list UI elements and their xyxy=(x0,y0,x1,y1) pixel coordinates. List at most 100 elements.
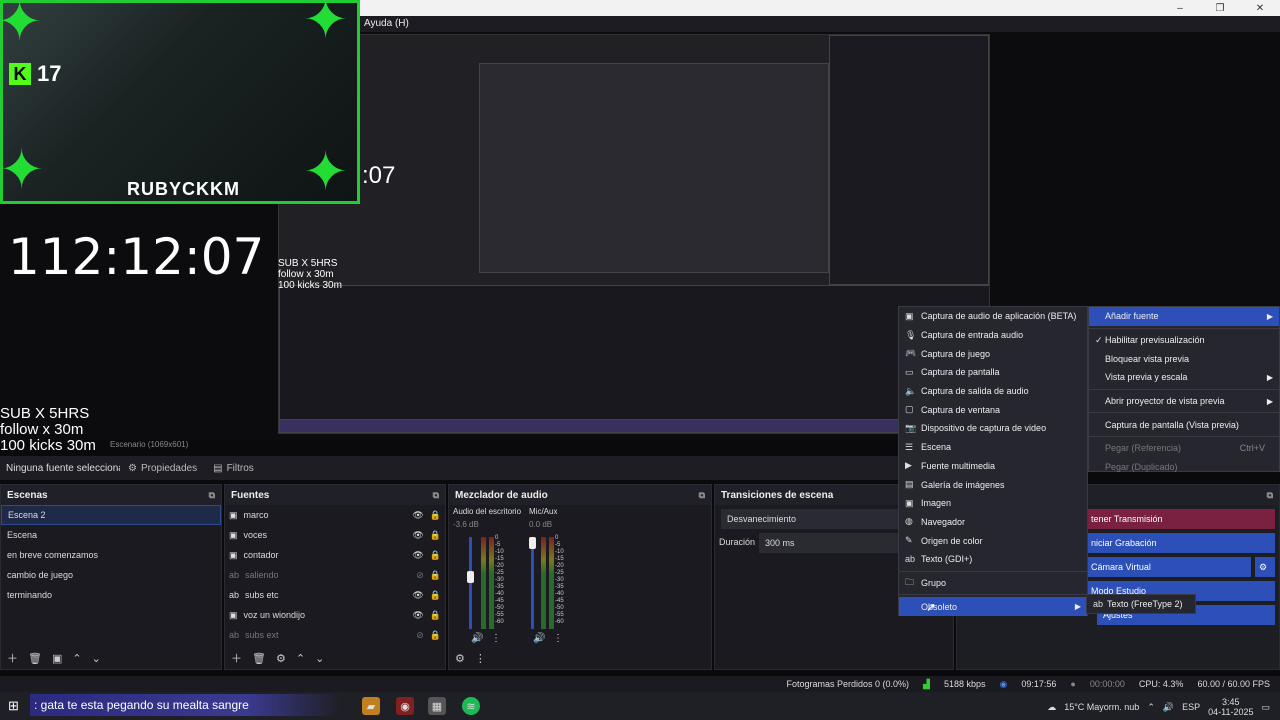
more-icon[interactable]: ⋮ xyxy=(475,652,486,665)
menu-item-image-gallery[interactable]: ▤ Galería de imágenes xyxy=(899,475,1087,494)
lock-icon[interactable]: 🔒 xyxy=(430,590,441,601)
menu-item-app-audio[interactable]: ▣ Captura de audio de aplicación (BETA) xyxy=(899,307,1087,326)
menu-item-enable-preview[interactable]: ✓ Habilitar previsualización xyxy=(1089,331,1279,350)
menu-help[interactable]: Ayuda (H) xyxy=(364,18,409,29)
move-up-icon[interactable]: ⌃ xyxy=(72,652,81,665)
minimize-button[interactable]: – xyxy=(1160,0,1200,16)
gear-icon[interactable]: ⚙ xyxy=(455,652,465,665)
trash-icon[interactable]: 🗑 xyxy=(252,652,266,665)
virtual-camera-button[interactable]: Cámara Virtual xyxy=(1085,557,1251,577)
lock-icon[interactable]: 🔒 xyxy=(430,510,441,521)
gear-icon[interactable]: ⚙ xyxy=(276,652,286,665)
lock-icon[interactable]: 🔒 xyxy=(430,630,441,641)
more-icon[interactable]: ⋮ xyxy=(491,633,501,644)
move-down-icon[interactable]: ⌄ xyxy=(315,652,324,665)
eye-closed-icon[interactable]: ⊘ xyxy=(416,570,424,581)
menu-item-image[interactable]: ▣ Imagen xyxy=(899,494,1087,513)
menu-item-game-capture[interactable]: 🎮 Captura de juego xyxy=(899,344,1087,363)
move-up-icon[interactable]: ⌃ xyxy=(296,652,305,665)
filters-button[interactable]: ▤ Filtros xyxy=(205,463,262,474)
duration-input[interactable]: 300 ms xyxy=(759,533,899,553)
menu-item-paste-duplicate[interactable]: Pegar (Duplicado) xyxy=(1089,458,1279,477)
menu-item-display-capture[interactable]: ▭ Captura de pantalla xyxy=(899,363,1087,382)
menu-item-text-gdi[interactable]: ab Texto (GDI+) xyxy=(899,550,1087,569)
menu-item-group[interactable]: 🗀 Grupo xyxy=(899,574,1087,593)
undock-icon[interactable]: ⧉ xyxy=(433,490,439,501)
menu-item-video-device[interactable]: 📷 Dispositivo de captura de video xyxy=(899,419,1087,438)
lock-icon[interactable]: 🔒 xyxy=(430,570,441,581)
trash-icon[interactable]: 🗑 xyxy=(28,652,42,665)
properties-button[interactable]: ⚙ Propiedades xyxy=(120,463,205,474)
preview-label: Escenario (1069x601) xyxy=(110,440,189,449)
menu-item-browser[interactable]: ◍ Navegador xyxy=(899,513,1087,532)
menu-item-color-source[interactable]: ✎ Origen de color xyxy=(899,531,1087,550)
menu-item-open-projector[interactable]: Abrir proyector de vista previa ▶ xyxy=(1089,392,1279,411)
file-explorer-icon[interactable]: ▰ xyxy=(362,697,380,715)
scene-item[interactable]: Escena 2 xyxy=(1,505,221,525)
eye-closed-icon[interactable]: ⊘ xyxy=(416,630,424,641)
menu-item-audio-input[interactable]: 🎙 Captura de entrada audio xyxy=(899,326,1087,345)
undock-icon[interactable]: ⧉ xyxy=(209,490,215,501)
fader-knob[interactable] xyxy=(529,537,536,549)
menu-item-window-capture[interactable]: ▢ Captura de ventana xyxy=(899,400,1087,419)
start-recording-button[interactable]: niciar Grabación xyxy=(1085,533,1275,553)
source-item[interactable]: ▣ contador 👁 🔒 xyxy=(225,545,445,565)
scene-item[interactable]: en breve comenzamos xyxy=(1,545,221,565)
start-icon[interactable]: ⊞ xyxy=(8,698,19,714)
transition-select[interactable]: Desvanecimiento xyxy=(721,509,901,529)
chevron-up-icon[interactable]: ⌃ xyxy=(1147,702,1155,713)
add-icon[interactable]: ＋ xyxy=(7,650,18,666)
stop-stream-button[interactable]: tener Transmisión xyxy=(1085,509,1275,529)
menu-item-add-source[interactable]: Añadir fuente ▶ xyxy=(1089,307,1279,326)
source-item[interactable]: ab subs ext ⊘ 🔒 xyxy=(225,625,445,645)
volume-icon[interactable]: 🔊 xyxy=(1163,702,1174,713)
notification-icon[interactable]: ▭ xyxy=(1261,702,1270,713)
eye-icon[interactable]: 👁 xyxy=(412,550,423,561)
source-item[interactable]: ▣ marco 👁 🔒 xyxy=(225,505,445,525)
restore-button[interactable]: ❐ xyxy=(1200,0,1240,16)
menu-item-paste-reference[interactable]: Pegar (Referencia) Ctrl+V xyxy=(1089,439,1279,458)
channel-name: Audio del escritorio xyxy=(453,507,522,516)
filter-icon[interactable]: ▣ xyxy=(52,652,62,665)
scene-item[interactable]: cambio de juego xyxy=(1,565,221,585)
fader-knob[interactable] xyxy=(467,571,474,583)
app-icon[interactable]: ▦ xyxy=(428,697,446,715)
close-button[interactable]: ✕ xyxy=(1240,0,1280,16)
sources-toolbar: ＋ 🗑 ⚙ ⌃ ⌄ xyxy=(225,647,445,669)
menu-item-screenshot-preview[interactable]: Captura de pantalla (Vista previa) xyxy=(1089,415,1279,434)
source-item[interactable]: ▣ voz un wiondijo 👁 🔒 xyxy=(225,605,445,625)
source-item[interactable]: ▣ voces 👁 🔒 xyxy=(225,525,445,545)
eye-icon[interactable]: 👁 xyxy=(412,610,423,621)
eye-icon[interactable]: 👁 xyxy=(412,510,423,521)
eye-icon[interactable]: 👁 xyxy=(412,530,423,541)
eye-icon[interactable]: 👁 xyxy=(412,590,423,601)
add-icon[interactable]: ＋ xyxy=(231,650,242,666)
source-item[interactable]: ab saliendo ⊘ 🔒 xyxy=(225,565,445,585)
volume-fader[interactable] xyxy=(531,537,534,629)
menu-item-scene[interactable]: ☰ Escena xyxy=(899,438,1087,457)
clock[interactable]: 3:45 04-11-2025 xyxy=(1208,697,1253,717)
volume-fader[interactable] xyxy=(469,537,472,629)
scene-item[interactable]: terminando xyxy=(1,585,221,605)
language[interactable]: ESP xyxy=(1182,702,1200,712)
leaf-icon: ✦ xyxy=(303,0,349,50)
menu-item-media-source[interactable]: ▶ Fuente multimedia xyxy=(899,457,1087,476)
move-down-icon[interactable]: ⌄ xyxy=(92,652,101,665)
lock-icon[interactable]: 🔒 xyxy=(430,550,441,561)
undock-icon[interactable]: ⧉ xyxy=(1267,490,1273,501)
menu-item-text-freetype[interactable]: ab Texto (FreeType 2) xyxy=(1087,595,1195,614)
undock-icon[interactable]: ⧉ xyxy=(699,490,705,501)
source-item[interactable]: ab subs etc 👁 🔒 xyxy=(225,585,445,605)
lock-icon[interactable]: 🔒 xyxy=(430,530,441,541)
speaker-icon[interactable]: 🔊 xyxy=(471,633,483,644)
lock-icon[interactable]: 🔒 xyxy=(430,610,441,621)
menu-item-lock-preview[interactable]: Bloquear vista previa xyxy=(1089,349,1279,368)
obs-icon[interactable]: ◉ xyxy=(396,697,414,715)
spotify-icon[interactable]: ≋ xyxy=(462,697,480,715)
speaker-icon[interactable]: 🔊 xyxy=(533,633,545,644)
scene-item[interactable]: Escena xyxy=(1,525,221,545)
menu-item-preview-scale[interactable]: Vista previa y escala ▶ xyxy=(1089,368,1279,387)
more-icon[interactable]: ⋮ xyxy=(553,633,563,644)
menu-item-audio-output[interactable]: 🔈 Captura de salida de audio xyxy=(899,382,1087,401)
virtual-cam-settings-button[interactable]: ⚙ xyxy=(1255,557,1275,577)
